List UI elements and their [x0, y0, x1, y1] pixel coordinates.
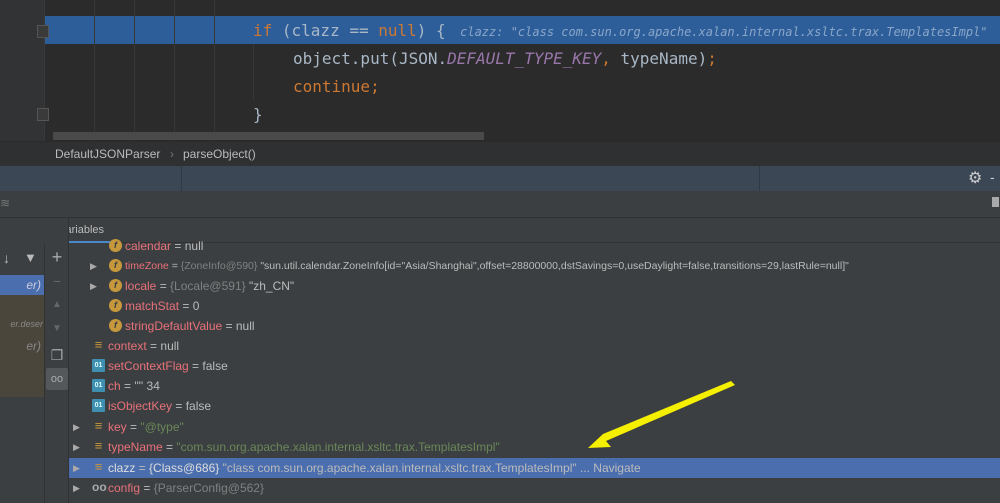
annotation-arrow	[588, 381, 735, 448]
yellow-arrow-icon	[588, 381, 735, 448]
